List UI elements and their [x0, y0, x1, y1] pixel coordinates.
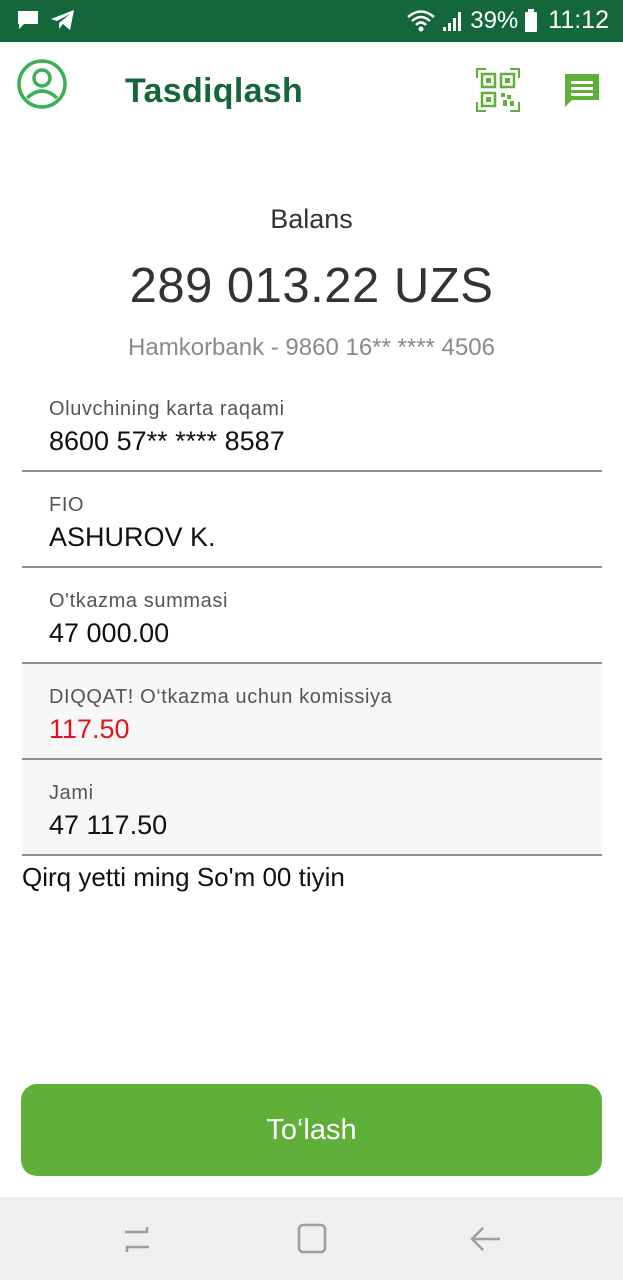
pay-button[interactable]: To‘lash	[21, 1084, 602, 1176]
chat-icon[interactable]	[563, 72, 601, 110]
battery-percent: 39%	[470, 6, 519, 34]
field-label: O'tkazma summasi	[49, 590, 229, 612]
source-card: Hamkorbank - 9860 16** **** 4506	[128, 334, 495, 361]
recipient-card-field: Oluvchining karta raqami 8600 57** **** …	[22, 376, 602, 472]
field-value: 47 117.50	[49, 810, 168, 840]
commission-value: 117.50	[49, 714, 130, 744]
amount-in-words: Qirq yetti ming So'm 00 tiyin	[22, 862, 345, 892]
telegram-icon	[51, 10, 74, 30]
balance-amount: 289 013.22 UZS	[129, 259, 494, 313]
system-nav-bar	[0, 1197, 623, 1280]
profile-icon[interactable]	[16, 58, 68, 110]
field-label: FIO	[49, 494, 85, 516]
total-field: Jami 47 117.50	[22, 760, 602, 856]
home-icon[interactable]	[292, 1221, 332, 1257]
field-label: DIQQAT! O‘tkazma uchun komissiya	[49, 686, 393, 708]
recipient-name-field: FIO ASHUROV K.	[22, 472, 602, 568]
clock: 11:12	[548, 6, 609, 34]
status-bar: 39% 11:12	[0, 0, 623, 42]
transfer-amount-field: O'tkazma summasi 47 000.00	[22, 568, 602, 664]
field-label: Oluvchining karta raqami	[49, 398, 285, 420]
message-icon	[18, 11, 38, 29]
back-icon[interactable]	[466, 1221, 506, 1257]
field-value: ASHUROV K.	[49, 522, 216, 552]
wifi-icon	[407, 9, 436, 31]
recents-icon[interactable]	[117, 1221, 157, 1257]
balance-label: Balans	[270, 204, 353, 234]
app-bar: Tasdiqlash	[0, 42, 623, 132]
battery-icon	[525, 8, 538, 32]
field-label: Jami	[49, 782, 94, 804]
field-value: 8600 57** **** 8587	[49, 426, 285, 456]
field-value: 47 000.00	[49, 618, 170, 648]
signal-icon	[443, 11, 462, 31]
qr-code-icon[interactable]	[476, 68, 520, 112]
page-title: Tasdiqlash	[125, 72, 304, 110]
commission-field: DIQQAT! O‘tkazma uchun komissiya 117.50	[22, 664, 602, 760]
